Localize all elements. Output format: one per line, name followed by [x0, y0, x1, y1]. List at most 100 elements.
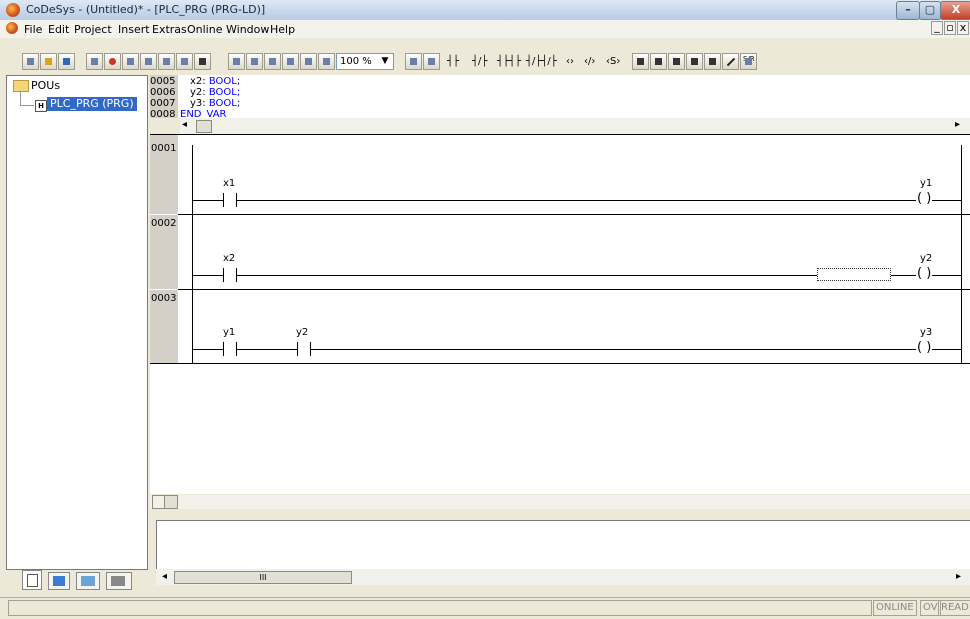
menu-window[interactable]: Window [226, 23, 269, 36]
pencil-icon[interactable] [722, 53, 739, 70]
tab-visualizations[interactable] [76, 572, 100, 590]
replace-icon[interactable] [318, 53, 335, 70]
message-h-scrollbar[interactable]: ◂ III ▸ [156, 569, 970, 585]
decl-var-name: x2 [190, 76, 203, 87]
menu-edit[interactable]: Edit [48, 23, 69, 36]
scroll-left-icon[interactable]: ◂ [182, 119, 187, 130]
tab-pous[interactable] [22, 570, 42, 590]
step-icon[interactable] [140, 53, 157, 70]
box-icon[interactable] [632, 53, 649, 70]
rung-number-cell: 0001 [150, 135, 178, 214]
scroll-thumb[interactable] [196, 120, 212, 133]
mdi-minimize-button[interactable]: _ [931, 21, 943, 35]
reset-icon[interactable] [158, 53, 175, 70]
scroll-left-icon[interactable]: ◂ [162, 571, 167, 582]
negated-contact-tool[interactable]: ┤/├ [472, 56, 487, 67]
decl-end-var: END_VAR [180, 109, 227, 117]
minimize-button[interactable]: – [896, 1, 920, 20]
box-en-icon[interactable] [650, 53, 667, 70]
mdi-restore-button[interactable]: ▫ [944, 21, 956, 35]
status-read: READ [938, 600, 970, 616]
run-icon[interactable] [122, 53, 139, 70]
menu-extras[interactable]: Extras [152, 23, 187, 36]
comment-icon[interactable] [704, 53, 721, 70]
paste-icon[interactable] [264, 53, 281, 70]
parallel-negated-contact-tool[interactable]: ┤/├┤/├ [526, 56, 557, 67]
coil-y2[interactable]: ( ) [916, 267, 933, 281]
jump-icon[interactable] [668, 53, 685, 70]
coil-tool[interactable]: ‹› [566, 56, 574, 67]
coil-label: y2 [920, 253, 933, 264]
new-file-icon[interactable] [22, 53, 39, 70]
rung-number: 0003 [151, 293, 177, 304]
tree-root-pous[interactable]: POUs [31, 79, 60, 92]
download-icon[interactable] [176, 53, 193, 70]
copy-icon[interactable] [246, 53, 263, 70]
contact-label: x1 [223, 178, 236, 189]
contact-label: y1 [223, 327, 236, 338]
network-before-icon[interactable] [405, 53, 422, 70]
decl-line-number: 0006 [150, 87, 176, 98]
rung-number-cell: 0003 [150, 290, 178, 363]
resources-tab-icon [111, 576, 125, 586]
open-file-icon[interactable] [40, 53, 57, 70]
scroll-thumb[interactable]: III [174, 571, 352, 584]
stop-icon[interactable] [104, 53, 121, 70]
menu-project[interactable]: Project [74, 23, 112, 36]
menu-online[interactable]: Online [187, 23, 222, 36]
chevron-down-icon[interactable]: ▼ [377, 54, 393, 69]
print-icon[interactable] [194, 53, 211, 70]
mdi-close-button[interactable]: x [957, 21, 969, 35]
tree-item-plc-prg[interactable]: PLC_PRG (PRG) [47, 97, 137, 111]
tab-data-types[interactable] [48, 572, 70, 590]
decl-var-type: BOOL; [208, 98, 241, 109]
contact-y1[interactable] [223, 342, 237, 356]
login-icon[interactable] [86, 53, 103, 70]
find-next-icon[interactable] [300, 53, 317, 70]
app-icon [6, 3, 20, 17]
menu-help[interactable]: Help [270, 23, 295, 36]
decl-line-number: 0008 [150, 109, 176, 117]
declaration-h-scrollbar[interactable]: ◂ ▸ [180, 118, 970, 134]
contact-tool[interactable]: ┤├ [447, 56, 459, 67]
maximize-button[interactable]: ▢ [919, 1, 941, 20]
coil-y3[interactable]: ( ) [916, 341, 933, 355]
save-icon[interactable] [58, 53, 75, 70]
coil-y1[interactable]: ( ) [916, 192, 933, 206]
ladder-h-scrollbar[interactable] [150, 495, 970, 509]
message-window[interactable] [156, 520, 970, 570]
decl-var-type: BOOL; [208, 87, 241, 98]
pou-tab-icon [27, 574, 38, 587]
negated-coil-tool[interactable]: ‹/› [584, 56, 595, 67]
tab-resources[interactable] [106, 572, 132, 590]
set-coil-tool[interactable]: ‹S› [606, 56, 620, 67]
decl-line-number: 0005 [150, 76, 176, 87]
zoom-value: 100 % [340, 56, 372, 67]
find-icon[interactable] [282, 53, 299, 70]
menu-file[interactable]: File [24, 23, 42, 36]
selection-box[interactable] [817, 268, 891, 281]
menu-bar: File Edit Project Insert Extras Online W… [0, 20, 970, 38]
ladder-editor[interactable] [150, 134, 970, 494]
decl-var: x2: BOOL; [190, 76, 241, 87]
right-power-rail [961, 145, 962, 363]
cut-icon[interactable] [228, 53, 245, 70]
return-icon[interactable] [686, 53, 703, 70]
contact-x2[interactable] [223, 268, 237, 282]
close-button[interactable]: X [940, 1, 970, 20]
scroll-right-icon[interactable]: ▸ [955, 119, 960, 130]
contact-x1[interactable] [223, 193, 237, 207]
contact-y2[interactable] [297, 342, 311, 356]
declaration-editor[interactable] [150, 75, 970, 118]
rung-divider [178, 214, 970, 215]
status-bar: ONLINE OV READ [0, 597, 970, 619]
network-after-icon[interactable] [423, 53, 440, 70]
scroll-right-icon[interactable]: ▸ [956, 571, 961, 582]
scroll-thumb[interactable] [164, 495, 178, 509]
decl-var-name: y3 [190, 98, 203, 109]
menu-insert[interactable]: Insert [118, 23, 150, 36]
rung-wire [192, 200, 961, 201]
parallel-contact-tool[interactable]: ┤├┤├ [497, 56, 521, 67]
set-reset-icon[interactable]: S/R [740, 53, 757, 70]
rung-number-cell: 0002 [150, 215, 178, 289]
